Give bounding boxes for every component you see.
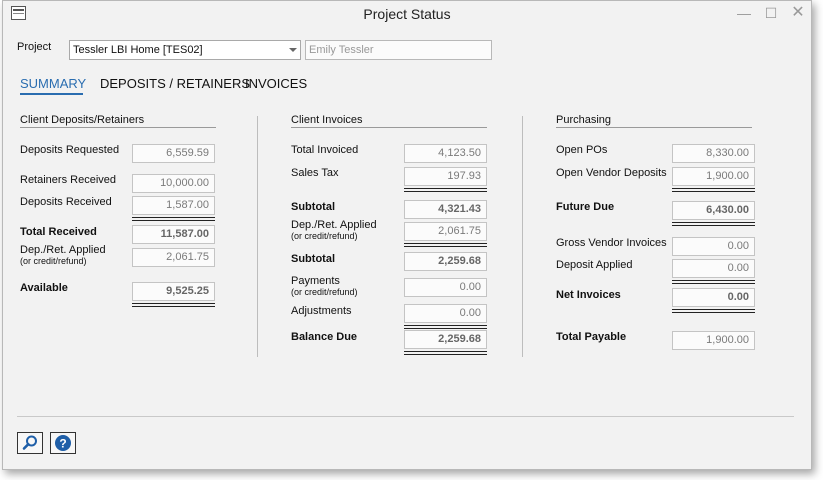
svg-text:?: ? <box>59 436 66 450</box>
net-invoices-label: Net Invoices <box>556 289 621 301</box>
purchasing-header: Purchasing <box>556 114 612 126</box>
client-invoices-header-line <box>291 127 487 128</box>
balance-due-label: Balance Due <box>291 331 358 343</box>
total-payable-label: Total Payable <box>556 331 627 343</box>
future-due-double-underline <box>672 222 755 226</box>
dep-ret-applied-sublabel: (or credit/refund) <box>20 256 87 266</box>
total-received-label: Total Received <box>20 226 97 238</box>
open-vendor-deposits-label: Open Vendor Deposits <box>556 167 667 179</box>
open-pos-label: Open POs <box>556 144 608 156</box>
adjustments-label: Adjustments <box>291 305 352 317</box>
purchasing-header-line <box>556 127 752 128</box>
gross-vendor-invoices-value: 0.00 <box>672 237 755 256</box>
maximize-button[interactable]: ☐ <box>760 4 782 22</box>
sales-tax-value: 197.93 <box>404 167 487 186</box>
footer-divider <box>17 416 794 417</box>
deposits-received-label: Deposits Received <box>20 196 112 208</box>
retainers-received-value: 10,000.00 <box>132 174 215 193</box>
sales-tax-label: Sales Tax <box>291 167 339 179</box>
deposits-received-value: 1,587.00 <box>132 196 215 215</box>
available-label: Available <box>20 282 68 294</box>
available-double-underline <box>132 303 215 307</box>
net-invoices-double-underline <box>672 309 755 313</box>
project-status-window: Project Status — ☐ ✕ Project Tessler LBI… <box>2 0 812 470</box>
open-vendor-deposits-value: 1,900.00 <box>672 167 755 186</box>
dep-ret-applied-value: 2,061.75 <box>132 248 215 267</box>
balance-due-double-underline <box>404 351 487 355</box>
client-deposits-header-line <box>20 127 216 128</box>
help-icon: ? <box>55 435 71 451</box>
window-title: Project Status <box>363 6 451 22</box>
chevron-down-icon[interactable] <box>289 48 297 52</box>
search-button[interactable] <box>17 432 43 454</box>
open-vendor-deposits-underline <box>672 188 755 192</box>
invoice-dep-ret-applied-sublabel: (or credit/refund) <box>291 231 358 241</box>
total-invoiced-value: 4,123.50 <box>404 144 487 163</box>
payments-sublabel: (or credit/refund) <box>291 287 358 297</box>
open-pos-value: 8,330.00 <box>672 144 755 163</box>
future-due-value: 6,430.00 <box>672 201 755 220</box>
deposits-requested-value: 6,559.59 <box>132 144 215 163</box>
total-received-value: 11,587.00 <box>132 225 215 244</box>
adjustments-underline <box>404 325 487 329</box>
help-button[interactable]: ? <box>50 432 76 454</box>
invoice-dep-ret-applied-label: Dep./Ret. Applied <box>291 219 377 231</box>
search-icon <box>22 435 37 450</box>
tab-summary-underline <box>20 93 83 95</box>
adjustments-value: 0.00 <box>404 304 487 323</box>
future-due-label: Future Due <box>556 201 615 213</box>
retainers-received-label: Retainers Received <box>20 174 116 186</box>
tab-deposits-retainers[interactable]: DEPOSITS / RETAINERS <box>100 76 250 91</box>
total-invoiced-label: Total Invoiced <box>291 144 359 156</box>
deposit-applied-underline <box>672 280 755 284</box>
balance-due-value: 2,259.68 <box>404 330 487 349</box>
project-label: Project <box>17 41 52 53</box>
payments-value: 0.00 <box>404 278 487 297</box>
tab-invoices[interactable]: INVOICES <box>245 76 307 91</box>
subtotal-label: Subtotal <box>291 201 335 213</box>
client-deposits-header: Client Deposits/Retainers <box>20 114 145 126</box>
deposit-applied-label: Deposit Applied <box>556 259 633 271</box>
subtotal-2-label: Subtotal <box>291 253 335 265</box>
subtotal-2-value: 2,259.68 <box>404 252 487 271</box>
available-value: 9,525.25 <box>132 282 215 301</box>
payments-label: Payments <box>291 275 340 287</box>
column-divider-2 <box>522 116 523 357</box>
deposit-applied-value: 0.00 <box>672 259 755 278</box>
close-button[interactable]: ✕ <box>787 4 809 22</box>
dep-ret-applied-label: Dep./Ret. Applied <box>20 244 106 256</box>
client-name-field: Emily Tessler <box>305 40 492 60</box>
gross-vendor-invoices-label: Gross Vendor Invoices <box>556 237 667 249</box>
column-divider <box>257 116 258 357</box>
invoice-dep-ret-applied-value: 2,061.75 <box>404 222 487 241</box>
minimize-button[interactable]: — <box>733 4 755 22</box>
sales-tax-underline <box>404 188 487 192</box>
subtotal-value: 4,321.43 <box>404 200 487 219</box>
deposits-requested-label: Deposits Requested <box>20 144 120 156</box>
project-select[interactable]: Tessler LBI Home [TES02] <box>69 40 301 60</box>
total-payable-value: 1,900.00 <box>672 331 755 350</box>
invoice-dep-ret-underline <box>404 243 487 247</box>
title-bar: Project Status — ☐ ✕ <box>3 1 811 27</box>
net-invoices-value: 0.00 <box>672 288 755 307</box>
client-invoices-header: Client Invoices <box>291 114 363 126</box>
tab-summary[interactable]: SUMMARY <box>20 76 86 91</box>
deposits-received-underline <box>132 217 215 221</box>
project-select-value: Tessler LBI Home [TES02] <box>73 44 203 56</box>
